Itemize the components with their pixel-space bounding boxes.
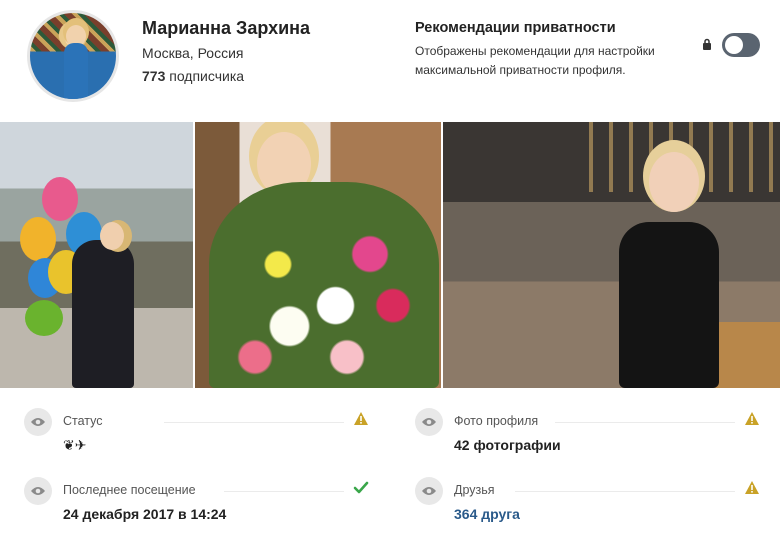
person-figure: [619, 222, 719, 388]
person-figure: [72, 240, 134, 388]
info-value: 42 фотографии: [454, 437, 561, 453]
balloon: [25, 300, 63, 336]
toggle-knob: [725, 36, 743, 54]
lock-icon: [703, 38, 711, 50]
info-label: Фото профиля: [454, 414, 539, 428]
person-head: [649, 152, 699, 212]
followers-label: подписчика: [169, 68, 245, 84]
divider: [515, 491, 735, 492]
photo-flowers[interactable]: [195, 122, 441, 388]
warning-icon: [745, 412, 759, 425]
info-status: Статус ❦✈: [24, 408, 369, 468]
info-friends: Друзья 364 друга: [415, 477, 760, 537]
warning-icon: [745, 481, 759, 494]
info-value: 24 декабря 2017 в 14:24: [63, 506, 227, 522]
photo-strip: [0, 122, 780, 388]
divider: [164, 422, 344, 423]
privacy-toggle[interactable]: [722, 33, 760, 57]
followers-count[interactable]: 773 подписчика: [142, 68, 244, 84]
info-last-seen: Последнее посещение 24 декабря 2017 в 14…: [24, 477, 369, 537]
photo-bar[interactable]: [443, 122, 780, 388]
divider: [224, 491, 344, 492]
info-value: ❦✈: [63, 437, 87, 453]
privacy-title: Рекомендации приватности: [415, 20, 616, 36]
eye-icon[interactable]: [24, 408, 52, 436]
info-label: Последнее посещение: [63, 483, 196, 497]
info-label: Друзья: [454, 483, 495, 497]
avatar[interactable]: [27, 10, 119, 102]
avatar-figure: [64, 43, 88, 99]
person-head: [100, 222, 124, 250]
balloon: [20, 217, 56, 261]
profile-name[interactable]: Марианна Зархина: [142, 18, 310, 39]
info-profile-photo: Фото профиля 42 фотографии: [415, 408, 760, 468]
profile-header: Марианна Зархина Москва, Россия 773 подп…: [0, 0, 780, 122]
profile-location: Москва, Россия: [142, 45, 244, 61]
friends-link[interactable]: 364 друга: [454, 506, 520, 522]
info-label: Статус: [63, 414, 103, 428]
balloon: [42, 177, 78, 221]
warning-icon: [354, 412, 368, 425]
eye-icon[interactable]: [24, 477, 52, 505]
divider: [555, 422, 735, 423]
photo-balloons[interactable]: [0, 122, 193, 388]
check-icon: [353, 481, 369, 494]
privacy-description: Отображены рекомендации для настройки ма…: [415, 44, 655, 77]
eye-icon[interactable]: [415, 408, 443, 436]
profile-info: Статус ❦✈ Фото профиля 42 фотографии Пос…: [0, 388, 780, 551]
eye-icon[interactable]: [415, 477, 443, 505]
followers-number: 773: [142, 68, 166, 84]
flower-bouquet: [209, 182, 439, 388]
